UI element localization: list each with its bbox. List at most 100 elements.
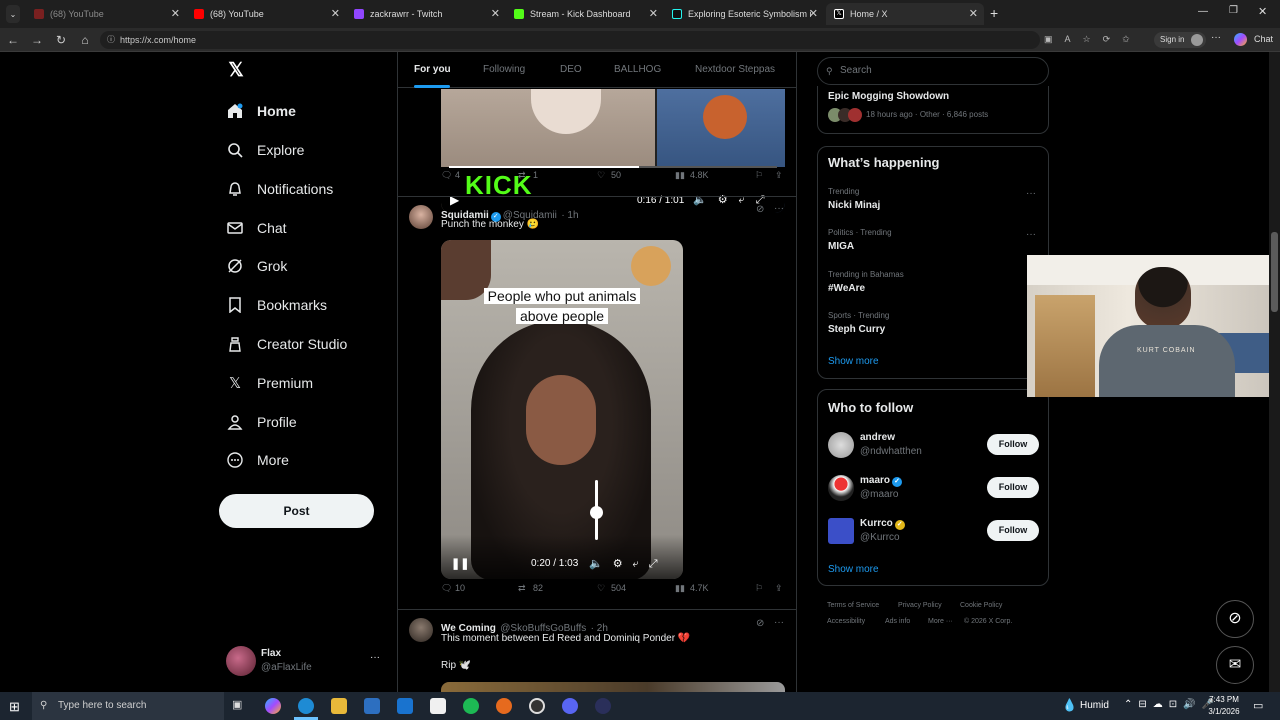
messages-float-button[interactable]: ✉ xyxy=(1216,646,1254,684)
post1-video[interactable]: KICK ▶ 0:16 / 1:01 🔈⚙⤶⤢ xyxy=(441,89,785,213)
notification-center-icon[interactable]: ▭ xyxy=(1253,699,1263,712)
share-icon[interactable]: ⇪ xyxy=(775,170,783,181)
nav-more[interactable]: More xyxy=(226,448,289,472)
avatar[interactable] xyxy=(828,518,854,544)
trend-item-miga[interactable]: MIGA xyxy=(828,241,854,252)
close-icon[interactable]: ✕ xyxy=(809,7,818,20)
close-icon[interactable]: ✕ xyxy=(171,7,180,20)
video-controls-icons[interactable]: 🔈⚙⤶⤢ xyxy=(589,557,668,571)
views-icon[interactable]: ▮▮ xyxy=(675,583,685,594)
like-icon[interactable]: ♡ xyxy=(597,170,605,181)
footer-ads-link[interactable]: Ads info xyxy=(885,618,910,625)
post2-video[interactable]: People who put animals above people ❚❚ 0… xyxy=(441,240,683,579)
tab-kick[interactable]: Stream - Kick Dashboard ✕ xyxy=(506,3,664,25)
copilot-icon[interactable] xyxy=(1234,33,1247,46)
footer-accessibility-link[interactable]: Accessibility xyxy=(827,618,865,625)
tab-youtube-1[interactable]: (68) YouTube ✕ xyxy=(26,3,186,25)
windows-start-icon[interactable]: ⊞ xyxy=(9,699,20,715)
avatar[interactable] xyxy=(828,475,854,501)
nav-chat[interactable]: Chat xyxy=(226,216,287,240)
firefox-icon[interactable] xyxy=(496,698,512,714)
nav-home[interactable]: Home xyxy=(226,99,296,123)
repost-icon[interactable]: ⇄ xyxy=(518,170,526,181)
page-scrollbar[interactable] xyxy=(1269,52,1280,692)
nav-premium[interactable]: 𝕏 Premium xyxy=(226,371,313,395)
new-tab-button[interactable]: + xyxy=(990,5,998,21)
spotify-icon[interactable] xyxy=(463,698,479,714)
trend-menu-icon[interactable]: ··· xyxy=(1026,188,1036,199)
nav-notifications[interactable]: Notifications xyxy=(226,177,333,201)
post-menu-icon[interactable]: ··· xyxy=(774,617,784,628)
views-icon[interactable]: ▮▮ xyxy=(675,170,685,181)
top-topic-card[interactable]: Epic Mogging Showdown 18 hours ago · Oth… xyxy=(817,86,1049,134)
share-icon[interactable]: ⇪ xyxy=(775,583,783,594)
follow-user-name[interactable]: andrew xyxy=(860,432,895,443)
tab-twitch[interactable]: zackrawrr - Twitch ✕ xyxy=(346,3,506,25)
discord-icon[interactable] xyxy=(562,698,578,714)
scrollbar-thumb[interactable] xyxy=(1271,232,1278,312)
grok-post-icon[interactable]: ⊘ xyxy=(756,204,764,215)
footer-cookie-link[interactable]: Cookie Policy xyxy=(960,602,1002,609)
like-icon[interactable]: ♡ xyxy=(597,583,605,594)
pause-icon[interactable]: ❚❚ xyxy=(451,557,469,570)
minimize-button[interactable]: — xyxy=(1198,6,1208,17)
reload-button[interactable]: ↻ xyxy=(52,31,70,49)
avatar[interactable] xyxy=(828,432,854,458)
notepad-icon[interactable] xyxy=(430,698,446,714)
weather-text[interactable]: Humid xyxy=(1080,700,1109,711)
close-icon[interactable]: ✕ xyxy=(331,7,340,20)
tab-actions-button[interactable]: ⌄ xyxy=(6,5,20,23)
tab-following[interactable]: Following xyxy=(483,64,525,75)
back-button[interactable]: ← xyxy=(4,31,22,49)
avatar[interactable] xyxy=(226,646,256,676)
close-icon[interactable]: ✕ xyxy=(649,7,658,20)
footer-privacy-link[interactable]: Privacy Policy xyxy=(898,602,942,609)
grok-float-button[interactable]: ⊘ xyxy=(1216,600,1254,638)
post-menu-icon[interactable]: ··· xyxy=(774,203,784,214)
nav-profile[interactable]: Profile xyxy=(226,410,297,434)
app-icon[interactable] xyxy=(595,698,611,714)
video-progress-track[interactable] xyxy=(449,166,777,168)
url-field[interactable]: ⓘ https://x.com/home xyxy=(100,31,1040,49)
follow-button[interactable]: Follow xyxy=(987,434,1039,455)
signin-button[interactable]: Sign in xyxy=(1154,32,1207,48)
nav-explore[interactable]: Explore xyxy=(226,138,304,162)
tab-for-you[interactable]: For you xyxy=(414,64,451,75)
show-more-link[interactable]: Show more xyxy=(828,356,879,367)
clock-date[interactable]: 3/1/2026 xyxy=(1204,707,1244,716)
menu-dots-icon[interactable]: ··· xyxy=(1211,32,1221,43)
search-input[interactable]: ⚲ Search xyxy=(817,57,1049,85)
tab-tiktok[interactable]: Exploring Esoteric Symbolism in M✕ xyxy=(664,3,824,25)
nav-bookmarks[interactable]: Bookmarks xyxy=(226,293,327,317)
trend-item-steph-curry[interactable]: Steph Curry xyxy=(828,324,885,335)
bookmark-icon[interactable]: ⚐ xyxy=(755,170,763,181)
tab-youtube-2[interactable]: (68) YouTube ✕ xyxy=(186,3,346,25)
bookmark-icon[interactable]: ⚐ xyxy=(755,583,763,594)
avatar[interactable] xyxy=(409,618,433,642)
post-button[interactable]: Post xyxy=(219,494,374,528)
close-window-button[interactable]: ✕ xyxy=(1258,5,1267,18)
task-view-icon[interactable]: ▣ xyxy=(232,698,248,714)
tab-deo[interactable]: DEO xyxy=(560,64,582,75)
forward-button[interactable]: → xyxy=(28,31,46,49)
clock-time[interactable]: 7:43 PM xyxy=(1206,695,1242,704)
trend-menu-icon[interactable]: ··· xyxy=(1026,229,1036,240)
avatar[interactable] xyxy=(409,205,433,229)
trend-item-nicki-minaj[interactable]: Nicki Minaj xyxy=(828,200,880,211)
follow-user-name-row[interactable]: maaro ✓ xyxy=(860,475,904,487)
chat-label[interactable]: Chat xyxy=(1254,34,1273,44)
footer-terms-link[interactable]: Terms of Service xyxy=(827,602,879,609)
grok-post-icon[interactable]: ⊘ xyxy=(756,618,764,629)
post3-media[interactable] xyxy=(441,682,785,692)
follow-button[interactable]: Follow xyxy=(987,520,1039,541)
follow-button[interactable]: Follow xyxy=(987,477,1039,498)
x-logo[interactable]: 𝕏 xyxy=(226,61,246,81)
nav-grok[interactable]: Grok xyxy=(226,254,287,278)
nav-creator-studio[interactable]: Creator Studio xyxy=(226,332,347,356)
tab-x-home[interactable]: 𝕏 Home / X ✕ xyxy=(826,3,984,25)
tab-nextdoor-steppas[interactable]: Nextdoor Steppas xyxy=(695,64,775,75)
tab-ballhog[interactable]: BALLHOG xyxy=(614,64,661,75)
reply-icon[interactable]: 🗨 xyxy=(441,170,452,181)
trend-item-weare[interactable]: #WeAre xyxy=(828,283,865,294)
obs-icon[interactable] xyxy=(529,698,545,714)
